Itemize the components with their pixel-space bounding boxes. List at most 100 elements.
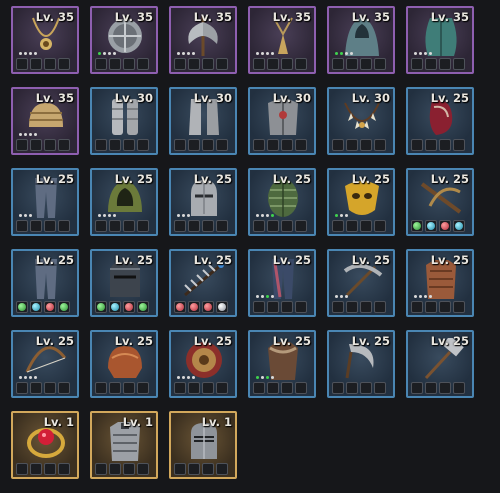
gem-socket bbox=[295, 382, 307, 394]
enhancement-dot bbox=[266, 295, 269, 298]
socket-row bbox=[16, 220, 70, 232]
gem-socket bbox=[216, 139, 228, 151]
enhancement-dot bbox=[108, 52, 111, 55]
gem-socket bbox=[202, 220, 214, 232]
enhancement-dot bbox=[340, 214, 343, 217]
inventory-slot[interactable]: Lv. 35 bbox=[11, 87, 79, 155]
inventory-slot[interactable]: Lv. 25 bbox=[406, 249, 474, 317]
inventory-slot[interactable]: Lv. 25 bbox=[90, 330, 158, 398]
inventory-slot[interactable]: Lv. 25 bbox=[327, 168, 395, 236]
enhancement-dot bbox=[192, 52, 195, 55]
gem-socket bbox=[58, 220, 70, 232]
enhancement-dot bbox=[345, 214, 348, 217]
gem-socket bbox=[374, 382, 386, 394]
enhancement-dot bbox=[256, 295, 259, 298]
inventory-slot[interactable]: Lv. 35 bbox=[248, 6, 316, 74]
enhancement-dots bbox=[256, 295, 274, 298]
enhancement-dot bbox=[19, 214, 22, 217]
inventory-slot[interactable]: Lv. 25 bbox=[406, 87, 474, 155]
inventory-slot[interactable]: Lv. 25 bbox=[248, 168, 316, 236]
socket-row bbox=[174, 220, 228, 232]
gem-socket bbox=[281, 139, 293, 151]
gem-socket bbox=[267, 382, 279, 394]
item-level-label: Lv. 25 bbox=[35, 253, 74, 267]
inventory-slot[interactable]: Lv. 1 bbox=[11, 411, 79, 479]
gem-socket bbox=[267, 58, 279, 70]
inventory-slot[interactable]: Lv. 35 bbox=[406, 6, 474, 74]
inventory-slot[interactable]: Lv. 25 bbox=[406, 168, 474, 236]
item-level-label: Lv. 30 bbox=[114, 91, 153, 105]
gem-socket bbox=[30, 220, 42, 232]
socket-row bbox=[332, 220, 386, 232]
inventory-slot[interactable]: Lv. 1 bbox=[90, 411, 158, 479]
inventory-slot[interactable]: Lv. 30 bbox=[169, 87, 237, 155]
gem-socket bbox=[360, 220, 372, 232]
gem-socket bbox=[332, 58, 344, 70]
inventory-slot[interactable]: Lv. 25 bbox=[11, 168, 79, 236]
inventory-slot[interactable]: Lv. 30 bbox=[327, 87, 395, 155]
inventory-slot[interactable]: Lv. 35 bbox=[169, 6, 237, 74]
gem-socket bbox=[253, 139, 265, 151]
inventory-slot[interactable]: Lv. 25 bbox=[248, 330, 316, 398]
inventory-slot[interactable]: Lv. 25 bbox=[90, 249, 158, 317]
inventory-slot[interactable]: Lv. 25 bbox=[406, 330, 474, 398]
inventory-slot[interactable]: Lv. 25 bbox=[169, 168, 237, 236]
gem-socket bbox=[216, 463, 228, 475]
gem-socket bbox=[16, 463, 28, 475]
gem-socket bbox=[44, 382, 56, 394]
enhancement-dots bbox=[414, 295, 432, 298]
enhancement-dots bbox=[256, 214, 274, 217]
inventory-slot[interactable]: Lv. 30 bbox=[90, 87, 158, 155]
gem-socket bbox=[58, 382, 70, 394]
item-level-label: Lv. 25 bbox=[114, 172, 153, 186]
inventory-slot[interactable]: Lv. 35 bbox=[327, 6, 395, 74]
gem-socket bbox=[439, 301, 451, 313]
socket-row bbox=[95, 301, 149, 313]
gem-socket bbox=[425, 220, 437, 232]
inventory-slot[interactable]: Lv. 25 bbox=[169, 330, 237, 398]
inventory-slot[interactable]: Lv. 30 bbox=[248, 87, 316, 155]
item-level-label: Lv. 25 bbox=[351, 334, 390, 348]
socket-row bbox=[411, 220, 465, 232]
gem-socket bbox=[411, 301, 423, 313]
gem-socket bbox=[411, 58, 423, 70]
inventory-slot[interactable]: Lv. 25 bbox=[11, 330, 79, 398]
inventory-slot[interactable]: Lv. 35 bbox=[90, 6, 158, 74]
gem-socket bbox=[109, 382, 121, 394]
enhancement-dots bbox=[98, 52, 116, 55]
item-level-label: Lv. 25 bbox=[193, 334, 232, 348]
gem-socket bbox=[453, 139, 465, 151]
enhancement-dot bbox=[345, 52, 348, 55]
inventory-slot[interactable]: Lv. 25 bbox=[169, 249, 237, 317]
gem-socket bbox=[295, 301, 307, 313]
gem-socket bbox=[425, 139, 437, 151]
gem-socket bbox=[109, 58, 121, 70]
enhancement-dots bbox=[19, 214, 32, 217]
enhancement-dot bbox=[271, 52, 274, 55]
enhancement-dots bbox=[177, 52, 195, 55]
gem-socket bbox=[188, 382, 200, 394]
gem-socket bbox=[346, 139, 358, 151]
green-gem-icon bbox=[139, 303, 147, 311]
green-gem-icon bbox=[413, 222, 421, 230]
item-level-label: Lv. 1 bbox=[201, 415, 232, 429]
enhancement-dot bbox=[103, 214, 106, 217]
gem-socket bbox=[137, 382, 149, 394]
inventory-slot[interactable]: Lv. 25 bbox=[327, 249, 395, 317]
socket-row bbox=[174, 463, 228, 475]
gem-socket bbox=[137, 220, 149, 232]
inventory-slot[interactable]: Lv. 1 bbox=[169, 411, 237, 479]
inventory-slot[interactable]: Lv. 25 bbox=[11, 249, 79, 317]
red-gem-icon bbox=[176, 303, 184, 311]
inventory-slot[interactable]: Lv. 25 bbox=[90, 168, 158, 236]
gem-socket bbox=[30, 463, 42, 475]
gem-socket bbox=[439, 382, 451, 394]
item-level-label: Lv. 25 bbox=[114, 253, 153, 267]
socket-row bbox=[332, 382, 386, 394]
gem-socket bbox=[453, 382, 465, 394]
inventory-slot[interactable]: Lv. 35 bbox=[11, 6, 79, 74]
inventory-slot[interactable]: Lv. 25 bbox=[248, 249, 316, 317]
enhancement-dot bbox=[256, 52, 259, 55]
gem-socket bbox=[174, 382, 186, 394]
inventory-slot[interactable]: Lv. 25 bbox=[327, 330, 395, 398]
